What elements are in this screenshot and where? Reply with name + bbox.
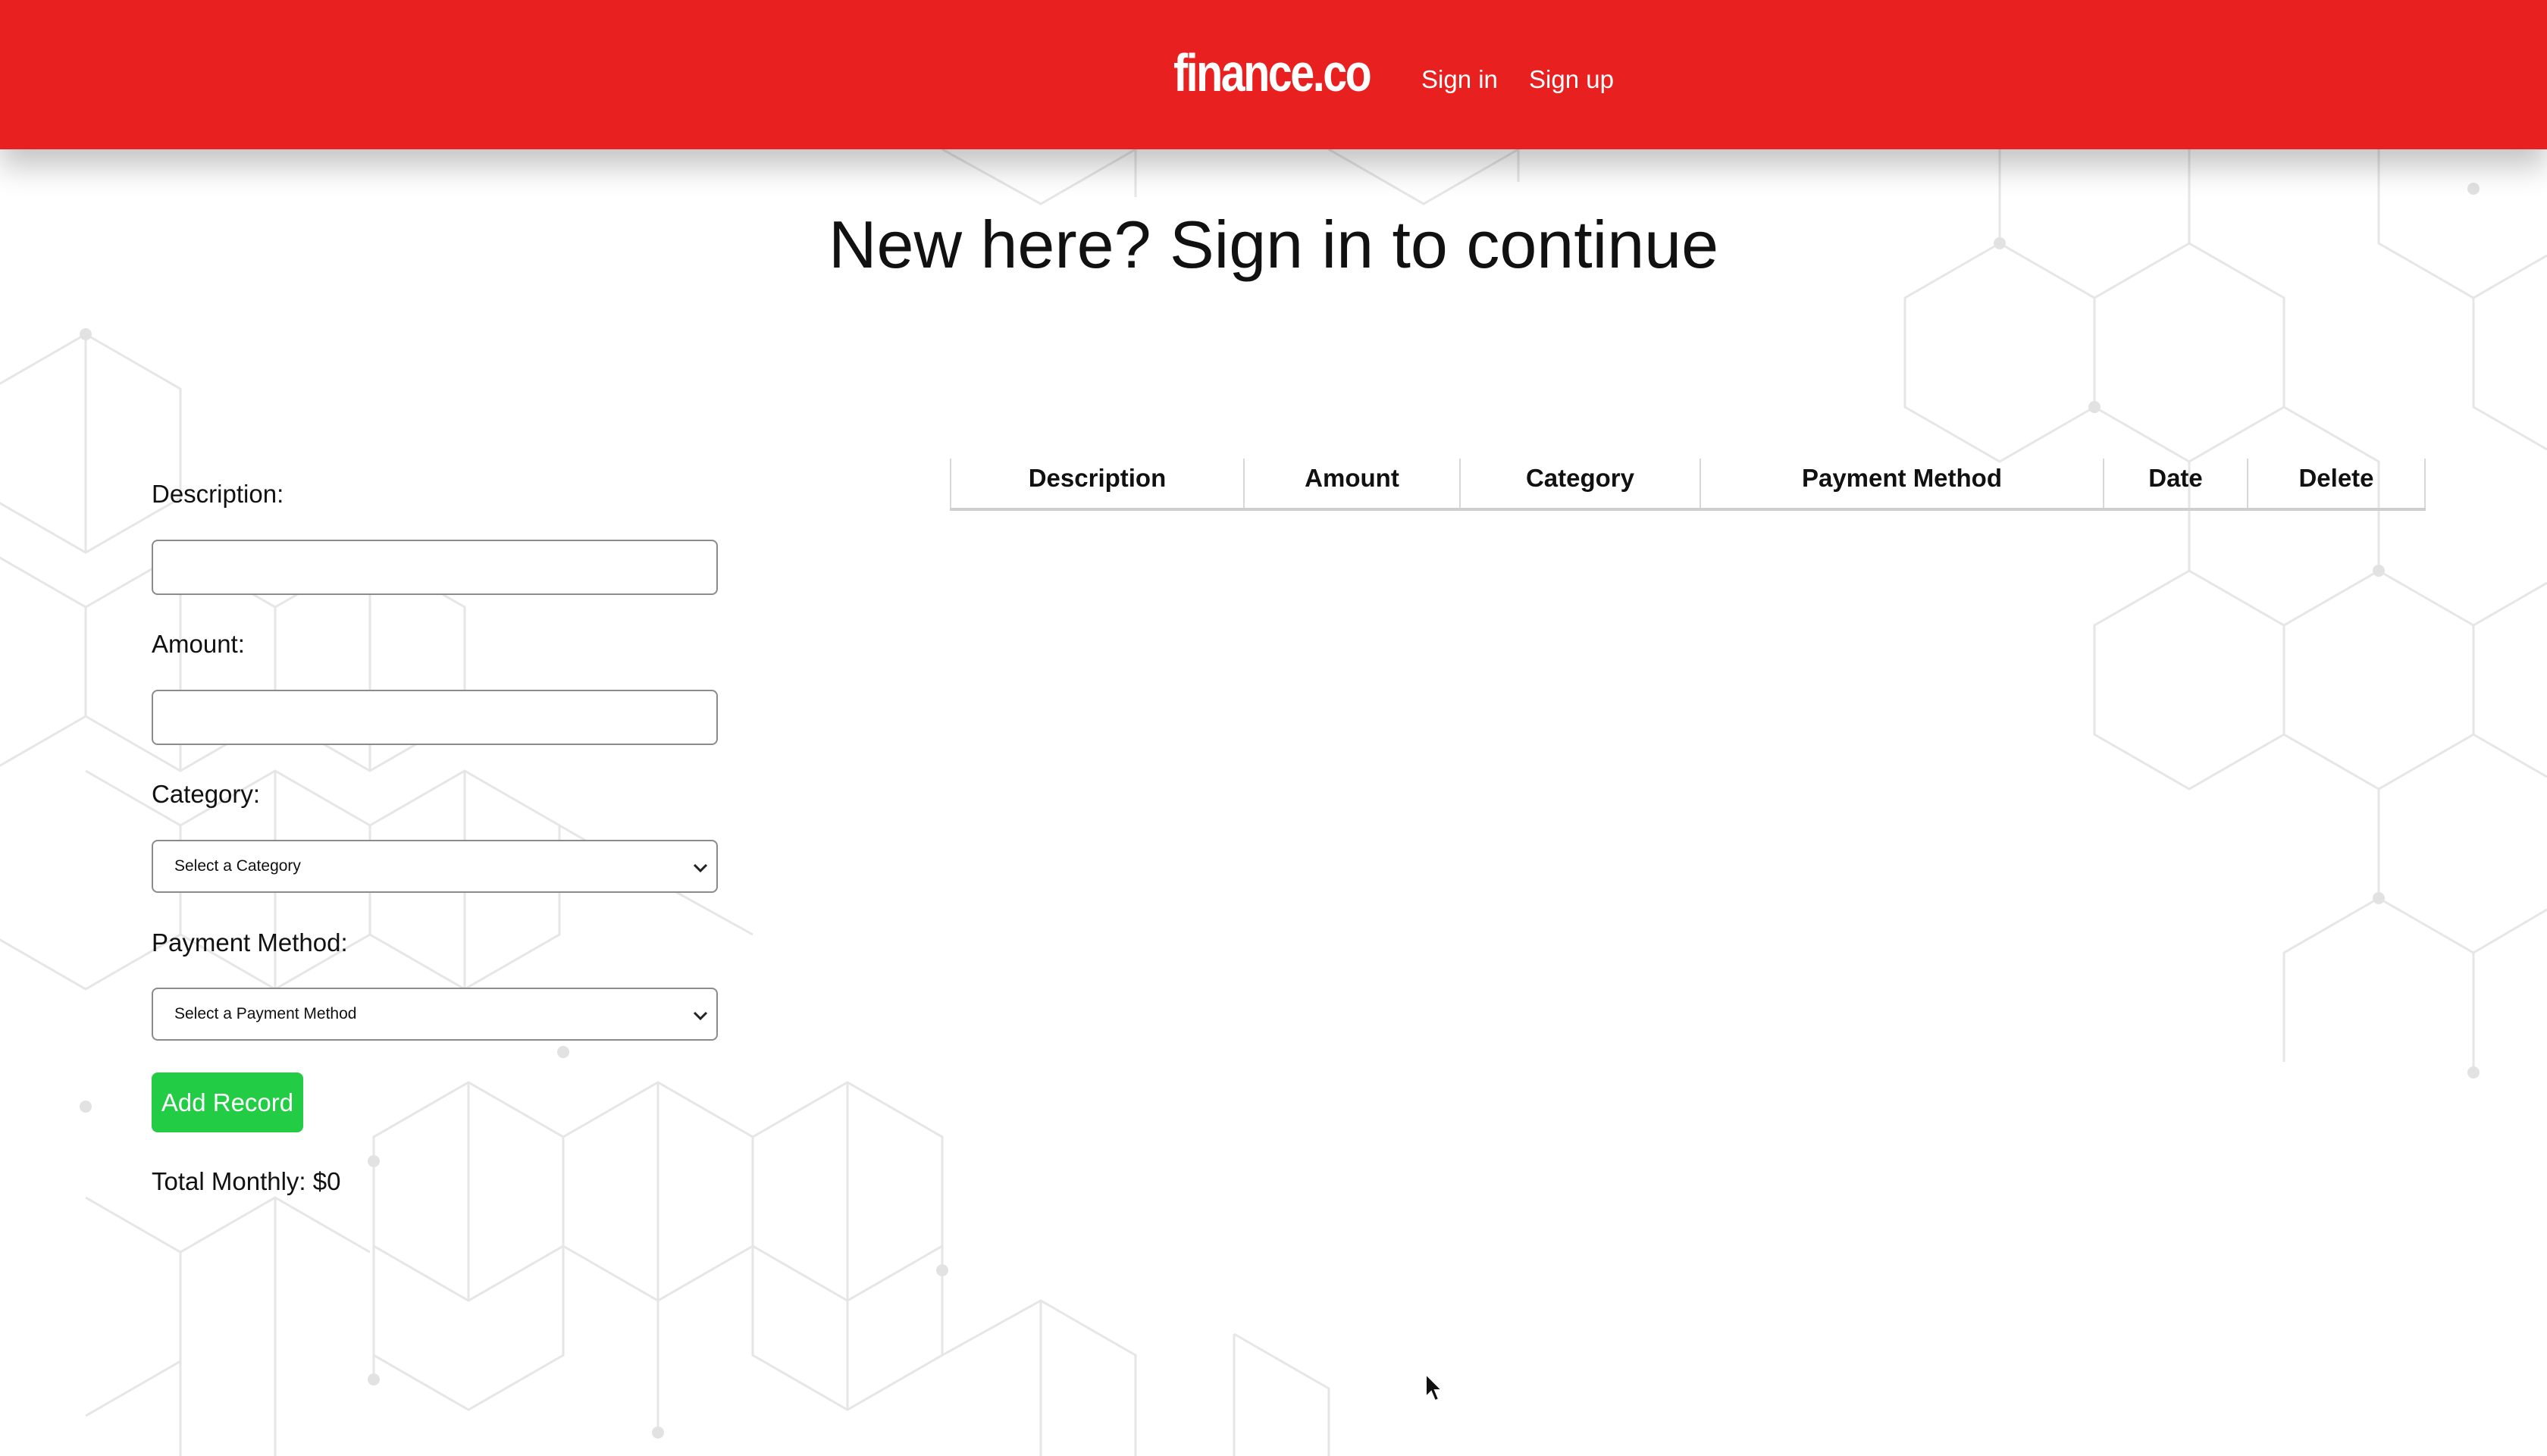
payment-method-label: Payment Method:: [152, 928, 348, 957]
mouse-cursor-icon: [1425, 1373, 1444, 1402]
description-label: Description:: [152, 480, 284, 508]
navbar: finance.co Sign in Sign up: [0, 0, 2547, 149]
page: finance.co Sign in Sign up New here? Sig…: [0, 0, 2547, 1456]
records-table: Description Amount Category Payment Meth…: [950, 459, 2426, 511]
sign-up-link[interactable]: Sign up: [1529, 65, 1614, 94]
page-title: New here? Sign in to continue: [828, 207, 1719, 282]
description-input[interactable]: [152, 540, 718, 595]
amount-input[interactable]: [152, 690, 718, 745]
sign-in-link[interactable]: Sign in: [1421, 65, 1498, 94]
brand-logo[interactable]: finance.co: [1173, 42, 1372, 103]
add-record-button[interactable]: Add Record: [152, 1072, 303, 1132]
column-header-payment-method[interactable]: Payment Method: [1700, 459, 2103, 508]
chevron-down-icon: [693, 863, 708, 873]
column-header-category[interactable]: Category: [1459, 459, 1700, 508]
category-label: Category:: [152, 780, 261, 808]
total-monthly: Total Monthly: $0: [152, 1167, 341, 1195]
category-select-value: Select a Category: [174, 857, 301, 875]
payment-method-select[interactable]: Select a Payment Method: [152, 988, 718, 1041]
column-header-delete[interactable]: Delete: [2247, 459, 2426, 508]
column-header-description[interactable]: Description: [950, 459, 1243, 508]
column-header-amount[interactable]: Amount: [1243, 459, 1459, 508]
payment-method-select-value: Select a Payment Method: [174, 1005, 357, 1022]
chevron-down-icon: [693, 1011, 708, 1021]
category-select[interactable]: Select a Category: [152, 840, 718, 893]
amount-label: Amount:: [152, 630, 245, 658]
column-header-date[interactable]: Date: [2103, 459, 2247, 508]
